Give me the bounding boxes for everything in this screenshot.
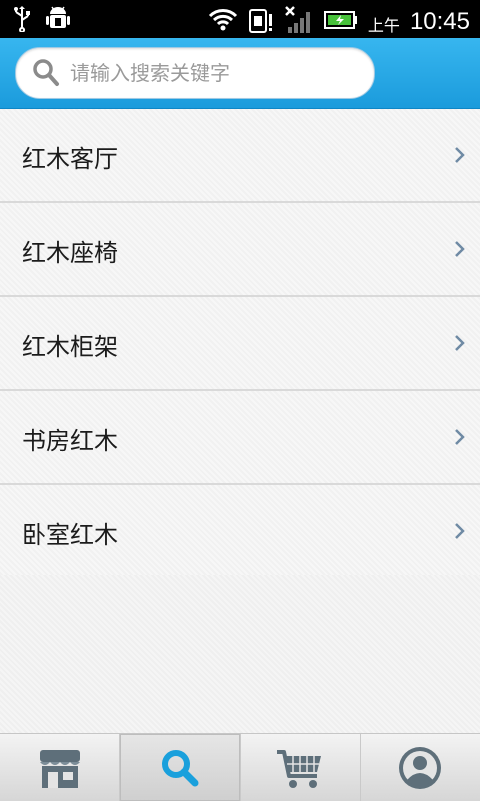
chevron-right-icon — [454, 146, 466, 168]
category-list: 红木客厅 红木座椅 红木柜架 书房红木 卧室红木 — [0, 109, 480, 579]
chevron-right-icon — [454, 522, 466, 544]
store-icon — [39, 749, 80, 788]
search-icon — [32, 58, 60, 92]
cart-icon — [277, 749, 322, 788]
usb-icon — [12, 6, 32, 36]
list-item[interactable]: 卧室红木 — [0, 485, 480, 579]
list-item-label: 红木座椅 — [22, 239, 118, 267]
wifi-icon — [208, 8, 238, 36]
chevron-right-icon — [454, 428, 466, 450]
search-icon — [161, 749, 199, 786]
list-item-label: 红木柜架 — [22, 333, 118, 361]
chevron-right-icon — [454, 334, 466, 356]
tab-user[interactable] — [361, 734, 480, 801]
tab-cart[interactable] — [241, 734, 361, 801]
clock-time: 10:45 — [409, 8, 470, 35]
status-bar: 上午 10:45 — [0, 0, 480, 38]
battery-charging-icon — [323, 9, 358, 35]
list-item[interactable]: 红木客厅 — [0, 109, 480, 203]
search-input[interactable] — [68, 54, 362, 92]
list-item-label: 红木客厅 — [22, 145, 118, 173]
list-item-label: 卧室红木 — [22, 521, 118, 549]
list-item[interactable]: 书房红木 — [0, 391, 480, 485]
list-item-label: 书房红木 — [22, 427, 118, 455]
user-icon — [399, 746, 442, 789]
bottom-tab-bar — [0, 733, 480, 801]
chevron-right-icon — [454, 240, 466, 262]
list-item[interactable]: 红木座椅 — [0, 203, 480, 297]
tab-store[interactable] — [0, 734, 121, 801]
header-bar — [0, 38, 480, 109]
signal-icon — [284, 5, 314, 39]
empty-area — [0, 575, 480, 733]
sim-alert-icon — [248, 6, 274, 38]
list-item[interactable]: 红木柜架 — [0, 297, 480, 391]
am-pm-label: 上午 — [367, 16, 400, 35]
search-box[interactable] — [15, 47, 375, 99]
android-debug-icon — [46, 6, 70, 36]
tab-search[interactable] — [120, 734, 241, 801]
